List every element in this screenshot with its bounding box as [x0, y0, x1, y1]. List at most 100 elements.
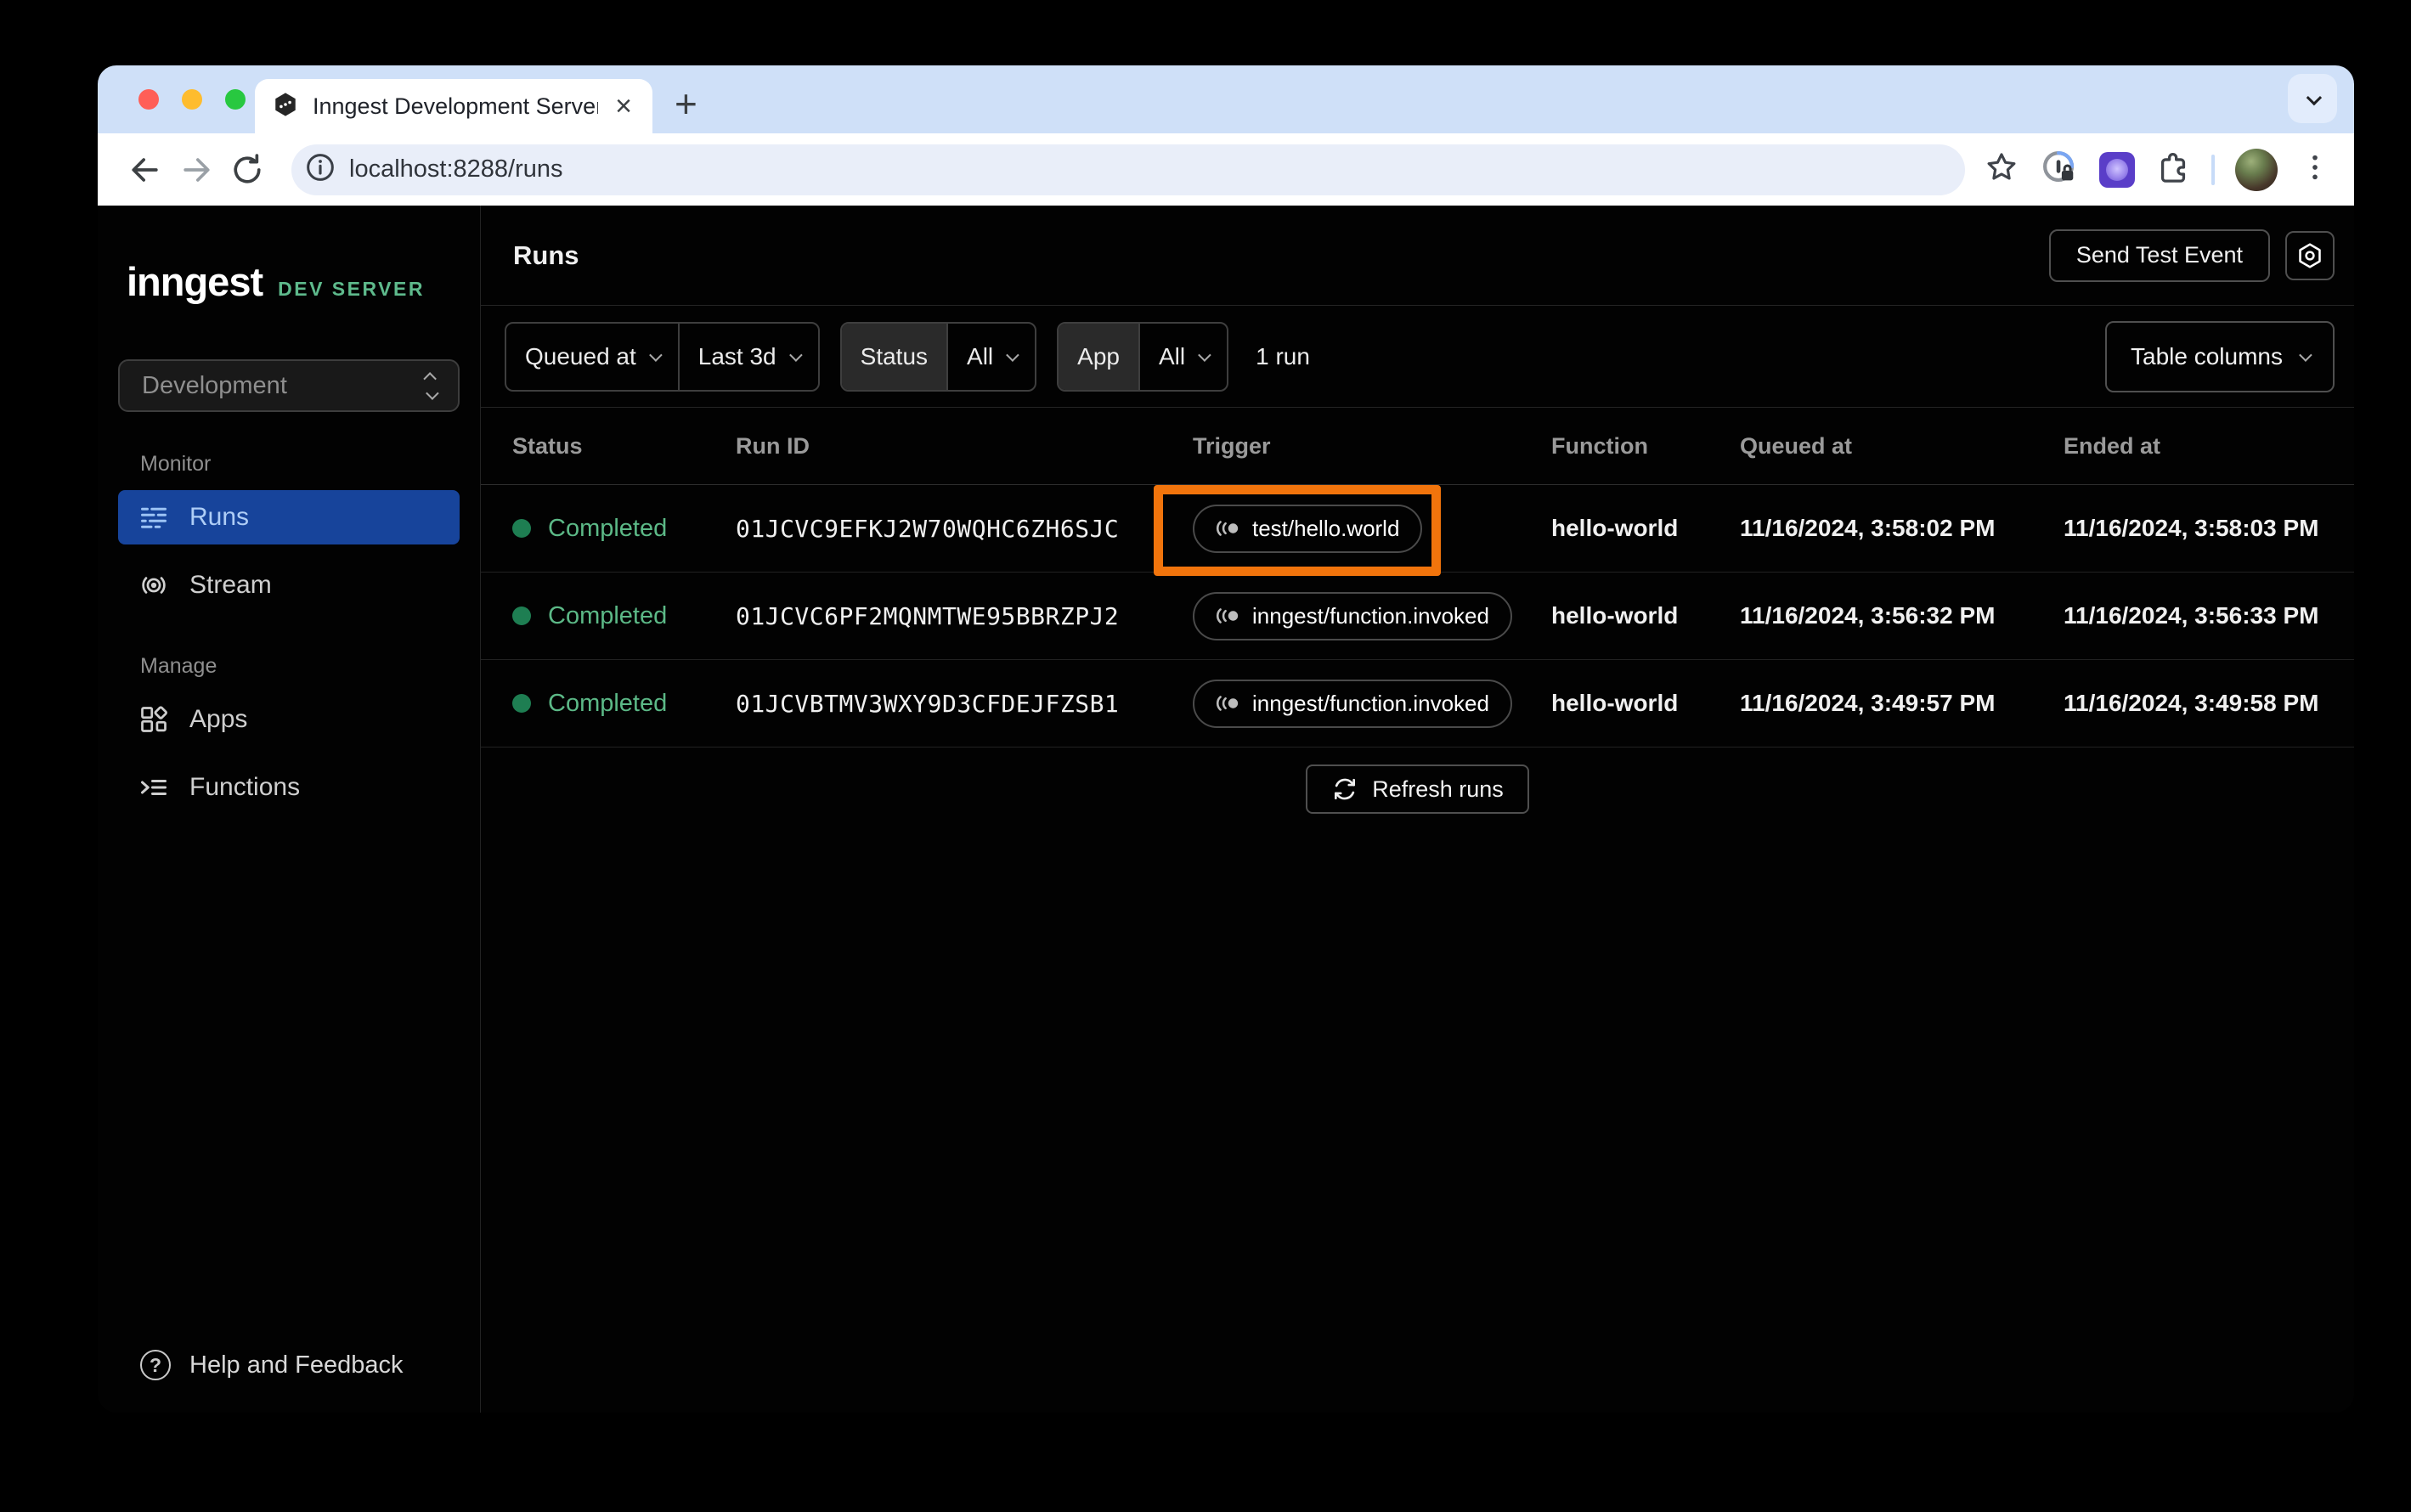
tab-close-icon[interactable]: ×	[612, 92, 635, 121]
sidebar-item-label: Runs	[189, 503, 250, 531]
app-filter-button[interactable]: All	[1138, 323, 1227, 390]
column-queued-at: Queued at	[1740, 432, 1853, 459]
settings-gear-button[interactable]	[2285, 230, 2335, 280]
ended-at-value: 11/16/2024, 3:58:03 PM	[2064, 515, 2319, 541]
trigger-badge[interactable]: inngest/function.invoked	[1193, 591, 1512, 640]
event-pulse-icon	[1217, 696, 1239, 711]
extension-icon[interactable]	[2099, 151, 2135, 188]
extensions-puzzle-icon[interactable]	[2155, 150, 2191, 189]
app-filter: App All	[1057, 321, 1229, 392]
help-and-feedback[interactable]: ? Help and Feedback	[118, 1350, 460, 1380]
queued-at-value: 11/16/2024, 3:58:02 PM	[1740, 515, 1996, 541]
tab-title: Inngest Development Server	[313, 93, 599, 119]
sidebar-item-runs[interactable]: Runs	[118, 490, 460, 544]
help-label: Help and Feedback	[189, 1351, 404, 1379]
status-dot-icon	[512, 519, 531, 538]
trigger-badge[interactable]: inngest/function.invoked	[1193, 679, 1512, 728]
tab-search-chevron-button[interactable]	[2288, 74, 2337, 123]
status-text: Completed	[548, 514, 668, 542]
table-row[interactable]: Completed 01JCVC6PF2MQNMTWE95BBRZPJ2 inn…	[481, 573, 2354, 660]
inngest-logo: inngest	[127, 259, 263, 304]
table-header: Status Run ID Trigger Function Queued at…	[481, 408, 2354, 485]
back-icon[interactable]	[127, 151, 164, 189]
run-id[interactable]: 01JCVC9EFKJ2W70WQHC6ZH6SJC	[736, 515, 1193, 543]
url-text[interactable]: localhost:8288/runs	[349, 155, 563, 183]
section-monitor-label: Monitor	[140, 452, 212, 476]
status-filter-value: All	[967, 342, 994, 370]
function-name[interactable]: hello-world	[1551, 690, 1740, 717]
logo-row: inngest DEV SERVER	[118, 258, 460, 305]
sidebar-item-apps[interactable]: Apps	[118, 692, 460, 747]
status-dot-icon	[512, 606, 531, 625]
sidebar-item-label: Apps	[189, 705, 248, 733]
apps-grid-icon	[138, 704, 169, 735]
trigger-name: inngest/function.invoked	[1252, 690, 1489, 716]
password-manager-icon[interactable]	[2040, 148, 2079, 191]
trigger-cell: inngest/function.invoked	[1193, 591, 1551, 640]
sidebar-item-stream[interactable]: Stream	[118, 558, 460, 612]
chevron-down-icon	[1006, 348, 1019, 362]
url-bar[interactable]: localhost:8288/runs	[291, 144, 1965, 195]
status-text: Completed	[548, 601, 668, 629]
time-filter: Queued at Last 3d	[505, 321, 820, 392]
dev-server-badge: DEV SERVER	[278, 278, 425, 300]
status-cell: Completed	[512, 690, 736, 718]
sidebar-item-label: Stream	[189, 571, 272, 599]
page-title: Runs	[513, 240, 579, 270]
function-name[interactable]: hello-world	[1551, 602, 1740, 629]
environment-select[interactable]: Development	[118, 359, 460, 412]
window-controls	[138, 65, 246, 133]
table-columns-label: Table columns	[2131, 342, 2283, 370]
column-run-id: Run ID	[736, 432, 810, 459]
site-info-icon[interactable]	[303, 150, 337, 189]
new-tab-button[interactable]: +	[675, 84, 697, 123]
status-filter: Status All	[839, 321, 1037, 392]
toolbar-divider	[2211, 154, 2215, 185]
table-row[interactable]: Completed 01JCVBTMV3WXY9D3CFDEJFZSB1 inn…	[481, 660, 2354, 748]
chevron-down-icon	[1198, 348, 1211, 362]
stream-broadcast-icon	[138, 570, 169, 601]
ended-at-value: 11/16/2024, 3:49:58 PM	[2064, 690, 2319, 716]
refresh-runs-button[interactable]: Refresh runs	[1306, 764, 1529, 814]
runs-page: Runs Send Test Event Queued at Last 3d S…	[481, 206, 2354, 1413]
run-id[interactable]: 01JCVC6PF2MQNMTWE95BBRZPJ2	[736, 602, 1193, 630]
browser-menu-kebab-icon[interactable]	[2298, 150, 2332, 189]
globe-glyph	[2106, 158, 2128, 181]
app-filter-value: All	[1158, 342, 1186, 370]
status-cell: Completed	[512, 602, 736, 630]
page-header: Runs Send Test Event	[481, 206, 2354, 306]
status-dot-icon	[512, 694, 531, 713]
minimize-window-button[interactable]	[182, 89, 202, 110]
profile-avatar[interactable]	[2235, 148, 2278, 191]
inngest-dev-server-app: inngest DEV SERVER Development Monitor R…	[98, 206, 2354, 1413]
table-row[interactable]: Completed 01JCVC9EFKJ2W70WQHC6ZH6SJC tes…	[481, 485, 2354, 573]
environment-value: Development	[142, 371, 287, 399]
sidebar-item-functions[interactable]: Functions	[118, 760, 460, 815]
function-name[interactable]: hello-world	[1551, 515, 1740, 542]
status-filter-label: Status	[841, 323, 947, 390]
zoom-window-button[interactable]	[225, 89, 246, 110]
time-range-filter-button[interactable]: Last 3d	[677, 323, 818, 390]
send-test-event-button[interactable]: Send Test Event	[2048, 228, 2270, 282]
table-columns-button[interactable]: Table columns	[2105, 320, 2335, 392]
bookmark-star-icon[interactable]	[1984, 150, 2019, 189]
trigger-cell: inngest/function.invoked	[1193, 679, 1551, 728]
run-id[interactable]: 01JCVBTMV3WXY9D3CFDEJFZSB1	[736, 690, 1193, 718]
queued-at-filter-button[interactable]: Queued at	[506, 324, 678, 390]
status-filter-button[interactable]: All	[946, 323, 1035, 390]
trigger-badge[interactable]: test/hello.world	[1193, 504, 1423, 553]
chevron-down-icon	[2299, 348, 2312, 362]
reload-icon[interactable]	[229, 151, 266, 189]
chevron-down-icon	[648, 348, 663, 362]
browser-tab[interactable]: Inngest Development Server ×	[255, 79, 652, 133]
status-text: Completed	[548, 689, 668, 717]
trigger-name: inngest/function.invoked	[1252, 602, 1489, 629]
column-status: Status	[512, 432, 583, 459]
browser-toolbar: localhost:8288/runs	[98, 133, 2354, 206]
time-range-value: Last 3d	[697, 342, 776, 370]
forward-icon[interactable]	[178, 151, 215, 189]
trigger-name: test/hello.world	[1252, 515, 1400, 541]
chevron-down-icon	[2306, 89, 2322, 105]
close-window-button[interactable]	[138, 89, 159, 110]
column-ended-at: Ended at	[2064, 432, 2161, 459]
